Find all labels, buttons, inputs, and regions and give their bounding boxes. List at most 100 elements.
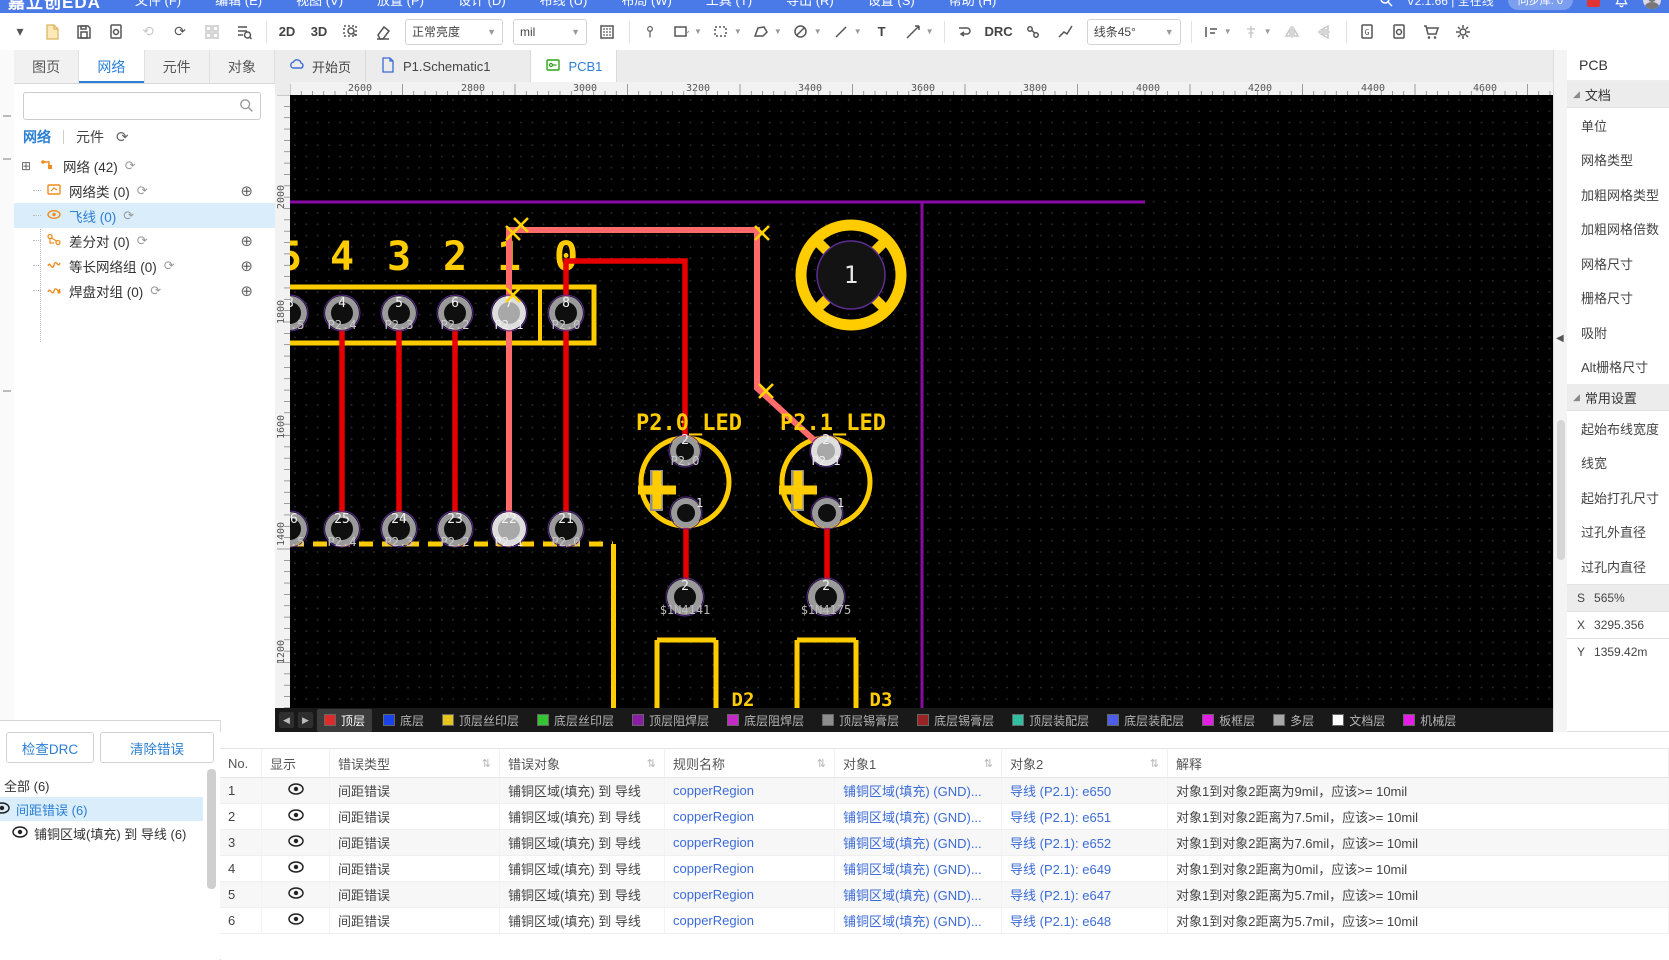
- visibility-eye-icon[interactable]: [0, 801, 10, 817]
- view-3d-button[interactable]: 3D: [307, 19, 331, 45]
- visibility-eye-icon[interactable]: [12, 825, 28, 841]
- cell-eye[interactable]: [262, 778, 330, 803]
- panel-collapse-icon[interactable]: ◀: [1556, 333, 1564, 344]
- notification-badge[interactable]: [1587, 0, 1600, 7]
- find-list-icon[interactable]: [232, 19, 256, 45]
- doc-settings-icon[interactable]: [1387, 19, 1411, 45]
- cell-rule[interactable]: copperRegion: [665, 804, 835, 829]
- line-mode-select[interactable]: 线条45° ▼: [1086, 18, 1181, 45]
- column-header-对象1[interactable]: 对象1 ⇅: [835, 749, 1002, 777]
- property-row-过孔内直径[interactable]: 过孔内直径: [1567, 549, 1669, 584]
- sort-icon[interactable]: ⇅: [817, 757, 826, 770]
- property-row-起始打孔尺寸[interactable]: 起始打孔尺寸: [1567, 480, 1669, 515]
- column-header-错误对象[interactable]: 错误对象 ⇅: [500, 749, 665, 777]
- cell-eye[interactable]: [262, 804, 330, 829]
- cell-obj1[interactable]: 铺铜区域(填充) (GND)...: [835, 804, 1002, 829]
- eraser-icon[interactable]: [371, 19, 395, 45]
- layer-item-板框层[interactable]: 板框层: [1195, 709, 1262, 732]
- property-row-加粗网格类型[interactable]: 加粗网格类型: [1567, 177, 1669, 212]
- error-table-row[interactable]: 2 间距错误 铺铜区域(填充) 到 导线 copperRegion 铺铜区域(填充) (…: [220, 804, 1669, 830]
- drc-tree-item-3[interactable]: 铺铜区域(填充) 到 导线 (6): [0, 821, 203, 845]
- subtab-component[interactable]: 元件: [76, 127, 104, 147]
- tree-item-5[interactable]: 等长网络组 (0) ⟳ ⊕: [14, 253, 275, 278]
- panel-tab-对象[interactable]: 对象: [210, 50, 275, 83]
- scrollbar-thumb[interactable]: [1557, 420, 1565, 560]
- measure-icon[interactable]: ▼: [902, 19, 934, 45]
- error-table-row[interactable]: 3 间距错误 铺铜区域(填充) 到 导线 copperRegion 铺铜区域(填充) (…: [220, 830, 1669, 856]
- property-row-网格类型[interactable]: 网格类型: [1567, 143, 1669, 178]
- section-header-文档[interactable]: ◢ 文档: [1567, 81, 1669, 108]
- sort-icon[interactable]: ⇅: [482, 757, 491, 770]
- drc-scrollbar[interactable]: [207, 769, 216, 889]
- refresh-icon[interactable]: ⟳: [137, 183, 148, 199]
- connector-pad-bottom[interactable]: 23 P2.2: [436, 510, 474, 549]
- property-row-单位[interactable]: 单位: [1567, 108, 1669, 143]
- gerber-export-icon[interactable]: G: [1355, 19, 1379, 45]
- menu-item[interactable]: 编辑 (E): [215, 0, 262, 8]
- menu-item[interactable]: 工具 (T): [706, 0, 752, 8]
- cell-obj2[interactable]: 导线 (P2.1): e651: [1002, 804, 1168, 829]
- save-icon[interactable]: [72, 19, 96, 45]
- layer-item-顶层丝印层[interactable]: 顶层丝印层: [435, 709, 526, 732]
- cell-obj2[interactable]: 导线 (P2.1): e649: [1002, 856, 1168, 881]
- connector-pad-top[interactable]: 6 P2.2: [436, 294, 474, 332]
- layer-nav-next[interactable]: ▶: [298, 712, 313, 728]
- user-avatar[interactable]: [1643, 0, 1661, 9]
- layer-item-多层[interactable]: 多层: [1266, 709, 1321, 732]
- menu-item[interactable]: 帮助 (H): [949, 0, 997, 8]
- layer-item-顶层锡膏层[interactable]: 顶层锡膏层: [815, 709, 906, 732]
- place-polygon-icon[interactable]: ▼: [750, 19, 782, 45]
- section-header-常用设置[interactable]: ◢ 常用设置: [1567, 384, 1669, 411]
- panel-tab-元件[interactable]: 元件: [145, 50, 210, 83]
- tree-item-1[interactable]: ⊞ 网络 (42) ⟳: [14, 153, 275, 178]
- cell-eye[interactable]: [262, 830, 330, 855]
- save-as-icon[interactable]: [104, 19, 128, 45]
- pcb-canvas[interactable]: 54321013P2.54P2.45P2.36P2.27P2.18P2.026P…: [290, 95, 1553, 708]
- refresh-icon[interactable]: ⟳: [116, 128, 129, 146]
- cell-rule[interactable]: copperRegion: [665, 830, 835, 855]
- menu-item[interactable]: 设计 (D): [458, 0, 506, 8]
- doc-tab-开始页[interactable]: 开始页: [275, 50, 367, 82]
- place-circle-slash-icon[interactable]: ▼: [790, 19, 822, 45]
- cell-obj1[interactable]: 铺铜区域(填充) (GND)...: [835, 856, 1002, 881]
- layer-item-底层阻焊层[interactable]: 底层阻焊层: [720, 709, 811, 732]
- place-text-icon[interactable]: T: [870, 19, 894, 45]
- refresh-icon[interactable]: ⟳: [150, 283, 161, 299]
- visibility-eye-icon[interactable]: [287, 809, 304, 824]
- cell-eye[interactable]: [262, 882, 330, 907]
- connector-pad-bottom[interactable]: 25 P2.4: [323, 510, 361, 549]
- layer-item-顶层阻焊层[interactable]: 顶层阻焊层: [625, 709, 716, 732]
- expander-icon[interactable]: ⊞: [21, 159, 35, 173]
- panel-layout-icon[interactable]: [200, 19, 224, 45]
- column-header-No.[interactable]: No.: [220, 749, 262, 777]
- layer-item-底层装配层[interactable]: 底层装配层: [1100, 709, 1191, 732]
- connector-pad-bottom[interactable]: 21 P2.0: [547, 510, 585, 549]
- connector-pad-top[interactable]: 5 P2.3: [380, 294, 418, 332]
- property-row-网格尺寸[interactable]: 网格尺寸: [1567, 246, 1669, 281]
- align-left-icon[interactable]: ▼: [1200, 19, 1232, 45]
- cell-rule[interactable]: copperRegion: [665, 856, 835, 881]
- menu-item[interactable]: 视图 (V): [296, 0, 343, 8]
- layer-item-底层[interactable]: 底层: [376, 709, 431, 732]
- flip-vertical-icon[interactable]: [1312, 19, 1336, 45]
- connector-pad-bottom[interactable]: 24 P2.3: [380, 510, 418, 549]
- unit-select[interactable]: mil ▼: [513, 18, 587, 45]
- subtab-net[interactable]: 网络: [23, 127, 51, 147]
- connector-pad-top[interactable]: 8 P2.0: [547, 294, 585, 332]
- tree-item-4[interactable]: 差分对 (0) ⟳ ⊕: [14, 228, 275, 253]
- visibility-eye-icon[interactable]: [287, 913, 304, 928]
- error-table-row[interactable]: 6 间距错误 铺铜区域(填充) 到 导线 copperRegion 铺铜区域(填充) (…: [220, 908, 1669, 934]
- doc-tab-PCB1[interactable]: PCB1: [531, 50, 618, 82]
- add-icon[interactable]: ⊕: [240, 282, 253, 300]
- cell-obj2[interactable]: 导线 (P2.1): e648: [1002, 908, 1168, 933]
- doc-tab-P1.Schematic1[interactable]: P1.Schematic1: [366, 50, 532, 82]
- search-input[interactable]: [23, 92, 261, 120]
- cell-eye[interactable]: [262, 908, 330, 933]
- layer-item-底层锡膏层[interactable]: 底层锡膏层: [910, 709, 1001, 732]
- place-dashed-rect-icon[interactable]: ▼: [710, 19, 742, 45]
- menu-item[interactable]: 放置 (P): [377, 0, 424, 8]
- origin-pin-icon[interactable]: [638, 19, 662, 45]
- refresh-icon[interactable]: ⟳: [164, 258, 175, 274]
- grid-settings-icon[interactable]: [595, 19, 619, 45]
- refresh-icon[interactable]: ⟳: [137, 233, 148, 249]
